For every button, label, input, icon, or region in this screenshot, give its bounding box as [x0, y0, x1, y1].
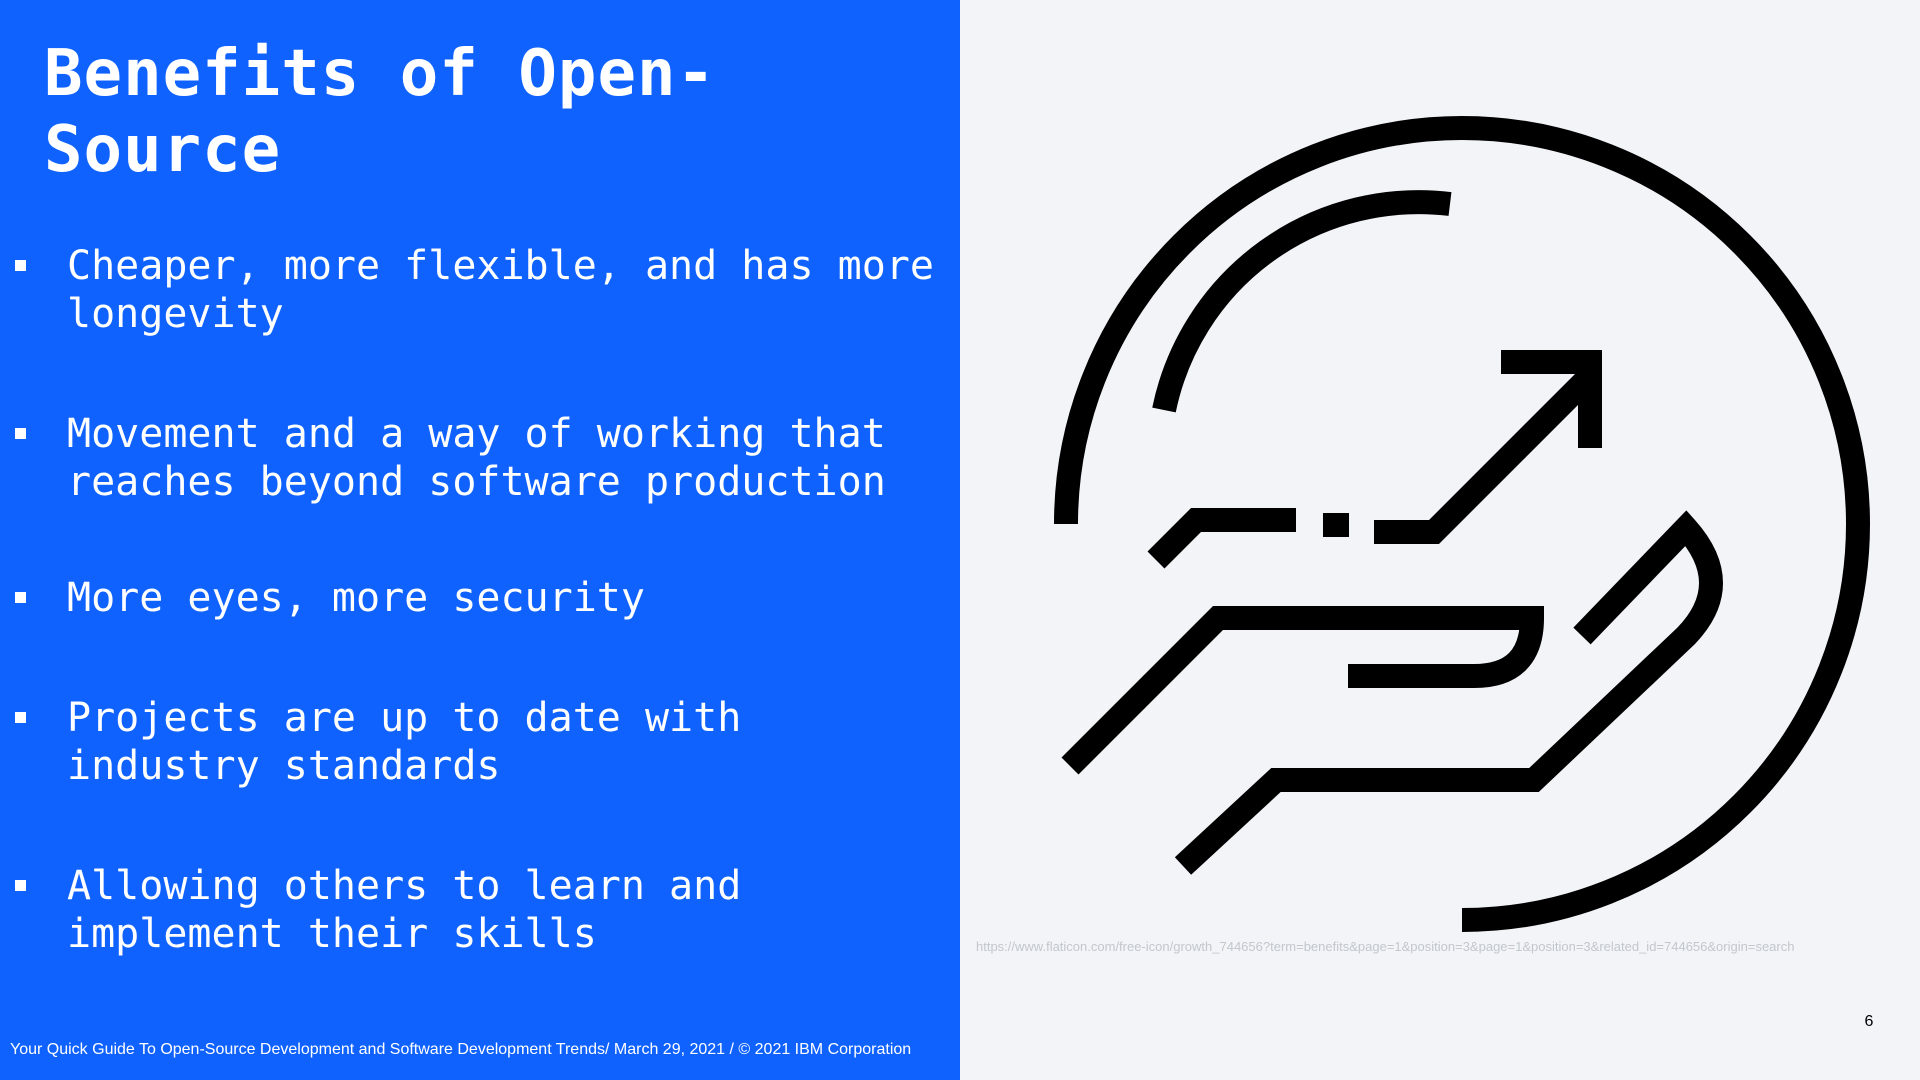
hand-thumb: [1061, 606, 1545, 775]
growth-hand-arrow-icon: [1054, 116, 1870, 932]
list-item-text: Movement and a way of working that reach…: [67, 411, 886, 505]
bullet-square-icon: [15, 880, 26, 891]
image-source-link[interactable]: https://www.flaticon.com/free-icon/growt…: [976, 938, 1794, 956]
hand-cuff-line: [1147, 508, 1296, 569]
page-number: 6: [1864, 1013, 1874, 1030]
bullet-square-icon: [15, 428, 26, 439]
bullet-square-icon: [15, 260, 26, 271]
list-item-text: Projects are up to date with industry st…: [67, 695, 742, 789]
bullet-square-icon: [15, 712, 26, 723]
hand-palm: [1174, 510, 1723, 875]
list-item-text: Cheaper, more flexible, and has more lon…: [67, 243, 934, 337]
slide-footer: Your Quick Guide To Open-Source Developm…: [10, 1041, 912, 1058]
list-item-text: More eyes, more security: [67, 575, 645, 621]
bullet-square-icon: [15, 592, 26, 603]
growth-arrow-line: [1374, 371, 1595, 544]
content-panel: Benefits of Open- Source Cheaper, more f…: [0, 0, 960, 1080]
slide-title: Benefits of Open- Source: [44, 37, 717, 187]
list-item-text: Allowing others to learn and implement t…: [67, 863, 742, 957]
arrow-dot: [1323, 513, 1349, 537]
